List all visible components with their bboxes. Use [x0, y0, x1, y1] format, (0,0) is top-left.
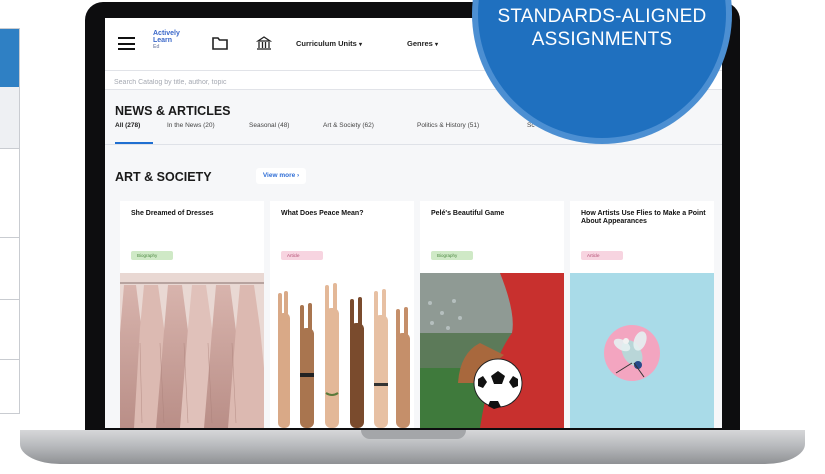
card-tag: Article	[581, 251, 623, 260]
article-card[interactable]: Pelé's Beautiful Game Biography	[420, 201, 564, 428]
nav-curriculum-units-label: Curriculum Units	[296, 39, 357, 48]
logo-line1: Actively	[153, 30, 180, 37]
promo-line2: ASSIGNMENTS	[531, 29, 673, 50]
card-tag: Biography	[131, 251, 173, 260]
background-table-divider	[0, 237, 20, 238]
search-input[interactable]	[105, 73, 505, 92]
art-society-title: ART & SOCIETY	[115, 170, 212, 184]
background-table-row	[0, 87, 19, 149]
card-title: How Artists Use Flies to Make a Point Ab…	[581, 210, 706, 225]
nav-genres-label: Genres	[407, 39, 433, 48]
promo-line1: STANDARDS-ALIGNED	[497, 6, 707, 27]
news-articles-title: NEWS & ARTICLES	[115, 104, 231, 118]
article-card[interactable]: She Dreamed of Dresses Biography	[120, 201, 264, 428]
card-title: Pelé's Beautiful Game	[431, 210, 505, 217]
view-more-button[interactable]: View more ›	[256, 168, 306, 184]
soccer-image	[420, 273, 564, 428]
logo-sub: Ed	[153, 44, 160, 50]
tab-all[interactable]: All (278)	[115, 122, 140, 129]
chevron-down-icon: ▾	[434, 42, 438, 48]
tabs-divider	[105, 144, 722, 145]
card-tag: Biography	[431, 251, 473, 260]
tab-seasonal[interactable]: Seasonal (48)	[249, 122, 289, 129]
article-card[interactable]: What Does Peace Mean? Article	[270, 201, 414, 428]
card-title: She Dreamed of Dresses	[131, 210, 214, 217]
article-card[interactable]: How Artists Use Flies to Make a Point Ab…	[570, 201, 714, 428]
background-table-divider	[0, 299, 20, 300]
background-table-divider	[0, 359, 20, 360]
menu-icon[interactable]	[118, 37, 135, 50]
background-table-header	[0, 29, 19, 87]
nav-curriculum-units[interactable]: Curriculum Units ▾	[296, 39, 362, 48]
library-icon[interactable]	[255, 35, 273, 51]
laptop-notch	[361, 430, 466, 439]
nav-genres[interactable]: Genres ▾	[407, 39, 438, 48]
folder-icon[interactable]	[211, 35, 229, 51]
tab-politics-history[interactable]: Politics & History (51)	[417, 122, 479, 129]
tab-art-society[interactable]: Art & Society (62)	[323, 122, 374, 129]
tab-more[interactable]: Sc	[527, 122, 535, 129]
dresses-image	[120, 273, 264, 428]
peace-hands-image	[270, 273, 414, 428]
background-table	[0, 28, 20, 414]
card-tag: Article	[281, 251, 323, 260]
tab-in-the-news[interactable]: In the News (20)	[167, 122, 215, 129]
logo-line2: Learn	[153, 37, 173, 44]
chevron-down-icon: ▾	[358, 42, 362, 48]
fly-art-image	[570, 273, 714, 428]
card-title: What Does Peace Mean?	[281, 210, 364, 217]
stage: Actively Learn Ed Curriculum Units ▾ Gen…	[0, 0, 825, 474]
promo-text: STANDARDS-ALIGNED ASSIGNMENTS	[478, 5, 726, 51]
app-logo[interactable]: Actively Learn Ed	[153, 30, 180, 51]
